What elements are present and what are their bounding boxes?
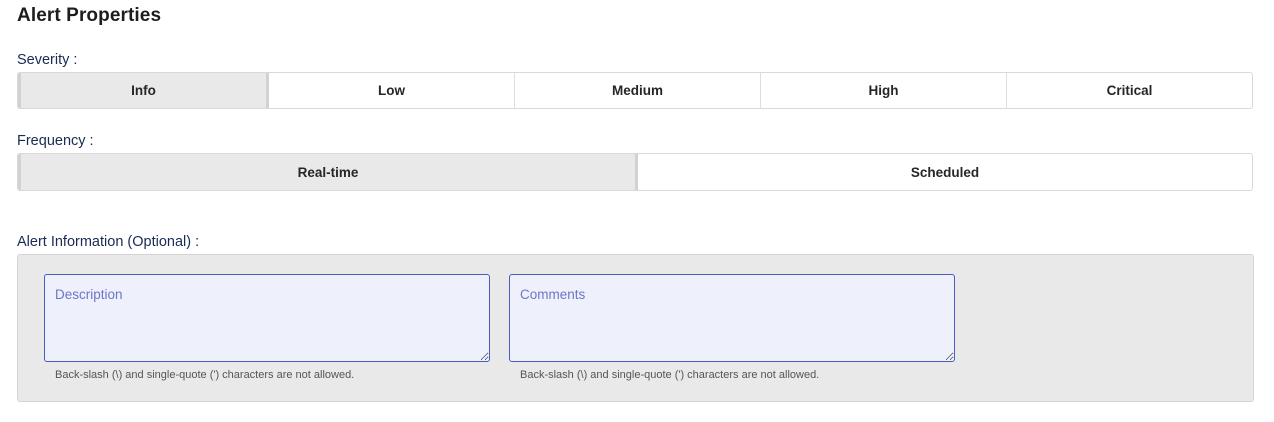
alert-information-panel: Back-slash (\) and single-quote (') char… <box>17 254 1254 402</box>
severity-option-medium[interactable]: Medium <box>514 73 760 108</box>
page-title: Alert Properties <box>17 5 162 26</box>
severity-label: Severity : <box>17 52 78 68</box>
severity-segmented-control: Info Low Medium High Critical <box>17 72 1253 109</box>
frequency-segmented-control: Real-time Scheduled <box>17 153 1253 191</box>
severity-option-info[interactable]: Info <box>18 73 266 108</box>
description-field-group: Back-slash (\) and single-quote (') char… <box>44 274 490 381</box>
alert-information-label: Alert Information (Optional) : <box>17 234 200 250</box>
frequency-option-scheduled[interactable]: Scheduled <box>635 154 1252 190</box>
description-hint: Back-slash (\) and single-quote (') char… <box>55 369 355 381</box>
severity-option-low[interactable]: Low <box>266 73 514 108</box>
severity-option-high[interactable]: High <box>760 73 1006 108</box>
frequency-option-real-time[interactable]: Real-time <box>18 154 635 190</box>
comments-hint: Back-slash (\) and single-quote (') char… <box>520 369 820 381</box>
comments-textarea[interactable] <box>509 274 955 362</box>
comments-field-group: Back-slash (\) and single-quote (') char… <box>509 274 955 381</box>
description-textarea[interactable] <box>44 274 490 362</box>
frequency-label: Frequency : <box>17 133 94 149</box>
severity-option-critical[interactable]: Critical <box>1006 73 1252 108</box>
